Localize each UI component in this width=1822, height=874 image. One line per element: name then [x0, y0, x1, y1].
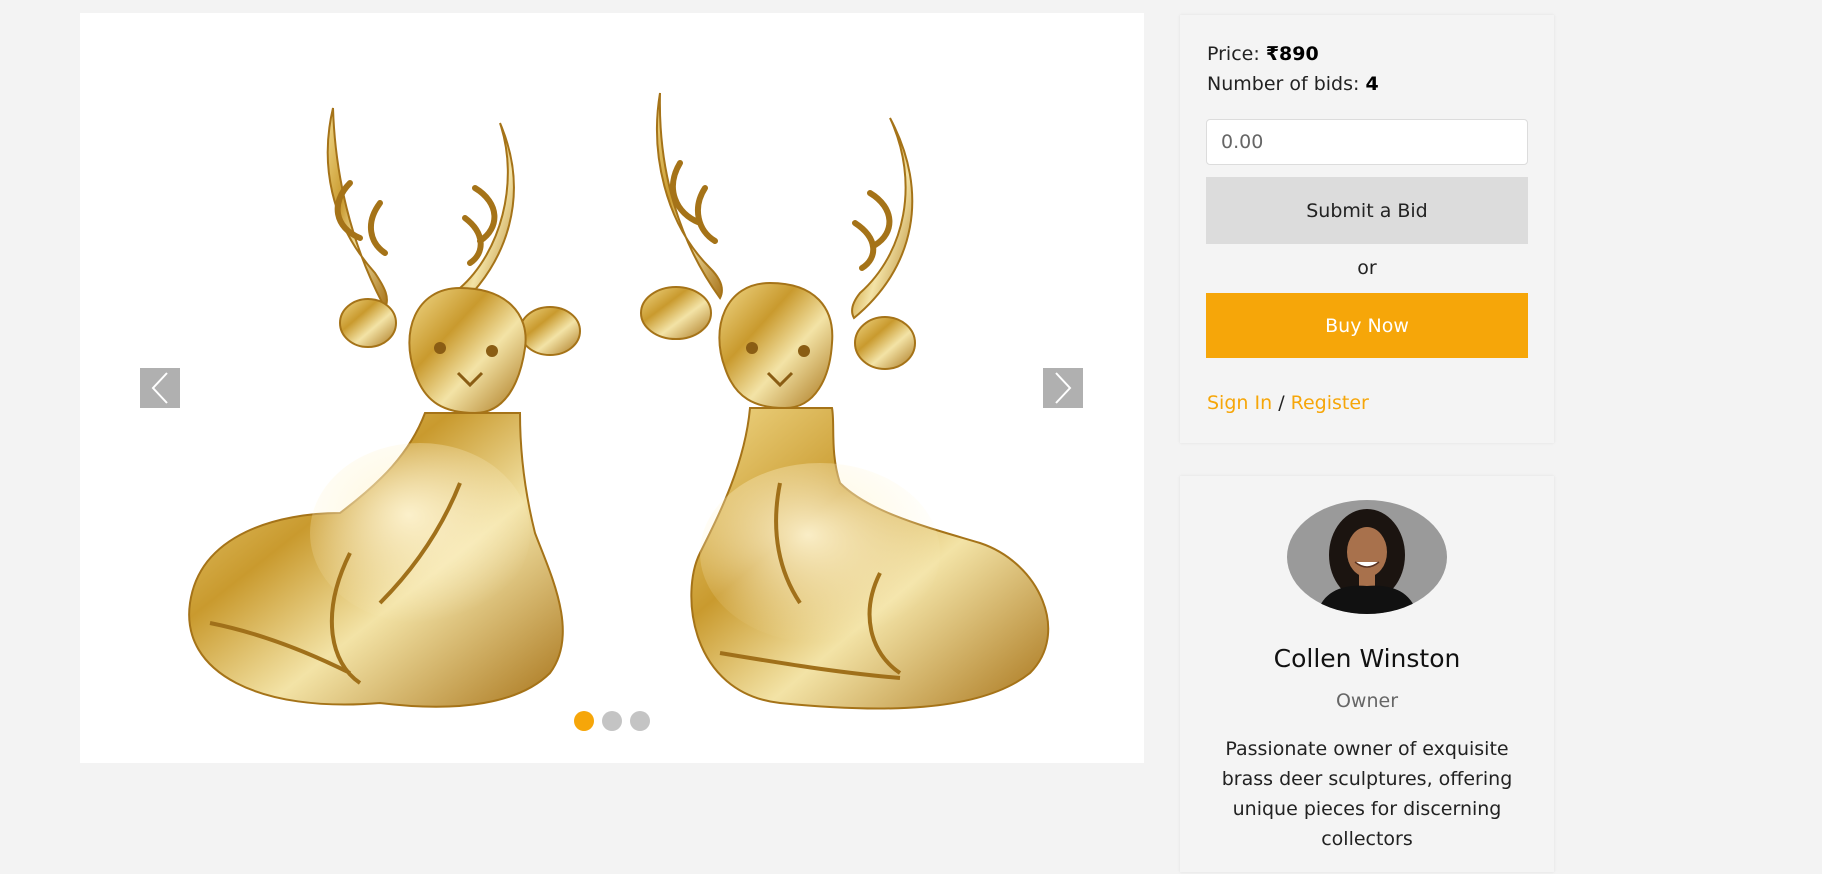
bids-count: 4	[1365, 73, 1379, 95]
product-image-carousel[interactable]	[80, 13, 1144, 763]
right-deer-figure	[640, 92, 1050, 710]
chevron-left-icon	[151, 372, 168, 404]
buy-now-button[interactable]: Buy Now	[1206, 293, 1528, 358]
brass-deer-image	[188, 92, 1050, 710]
carousel-indicators	[574, 711, 650, 731]
price-row: Price: ₹890	[1207, 43, 1319, 65]
bid-amount-input[interactable]	[1206, 119, 1528, 165]
owner-role: Owner	[1335, 690, 1399, 712]
bids-label: Number of bids:	[1207, 73, 1360, 95]
register-link[interactable]: Register	[1291, 392, 1369, 414]
avatar	[1287, 500, 1447, 614]
carousel-dot-2[interactable]	[602, 711, 622, 731]
owner-bio: Passionate owner of exquisite brass deer…	[1221, 738, 1513, 850]
auth-separator: /	[1278, 392, 1285, 414]
price-label: Price:	[1207, 43, 1260, 65]
carousel-dot-1[interactable]	[574, 711, 594, 731]
left-deer-figure	[188, 107, 581, 708]
sign-in-link[interactable]: Sign In	[1207, 392, 1272, 414]
carousel-dot-3[interactable]	[630, 711, 650, 731]
owner-panel: Collen Winston Owner Passionate owner of…	[1180, 476, 1554, 872]
auth-links: Sign In / Register	[1207, 392, 1369, 414]
carousel-next-button[interactable]	[1043, 368, 1083, 408]
or-divider-text: or	[1357, 257, 1377, 279]
carousel-prev-button[interactable]	[140, 368, 180, 408]
owner-name: Collen Winston	[1273, 644, 1461, 673]
submit-bid-button[interactable]: Submit a Bid	[1206, 177, 1528, 244]
chevron-right-icon	[1055, 372, 1072, 404]
bid-panel: Price: ₹890 Number of bids: 4 Submit a B…	[1180, 15, 1554, 443]
bids-count-row: Number of bids: 4	[1207, 73, 1379, 95]
price-value: ₹890	[1265, 43, 1319, 65]
